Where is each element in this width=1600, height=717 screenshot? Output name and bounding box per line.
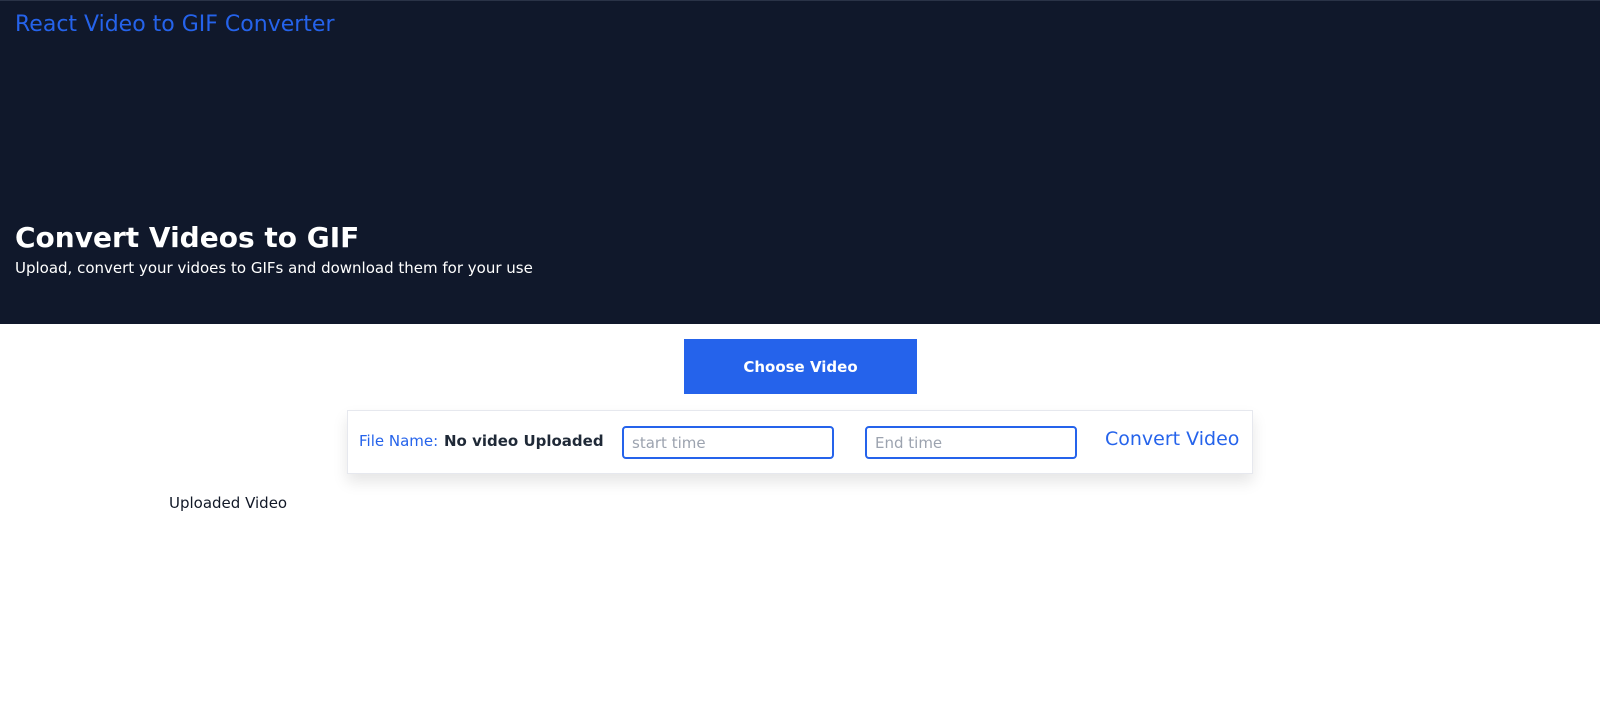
convert-video-button[interactable]: Convert Video <box>1105 428 1239 450</box>
file-name-value: No video Uploaded <box>444 432 604 450</box>
choose-video-button[interactable]: Choose Video <box>684 339 917 394</box>
hero-banner: React Video to GIF Converter Convert Vid… <box>0 0 1600 324</box>
conversion-panel: File Name: No video Uploaded Convert Vid… <box>347 410 1253 474</box>
hero-subheading: Upload, convert your vidoes to GIFs and … <box>15 259 533 277</box>
end-time-input[interactable] <box>865 426 1077 459</box>
file-name-label: File Name: <box>359 432 439 450</box>
uploaded-video-label: Uploaded Video <box>169 494 288 512</box>
start-time-input[interactable] <box>622 426 834 459</box>
hero-heading: Convert Videos to GIF <box>15 221 360 254</box>
app-title[interactable]: React Video to GIF Converter <box>15 12 335 37</box>
